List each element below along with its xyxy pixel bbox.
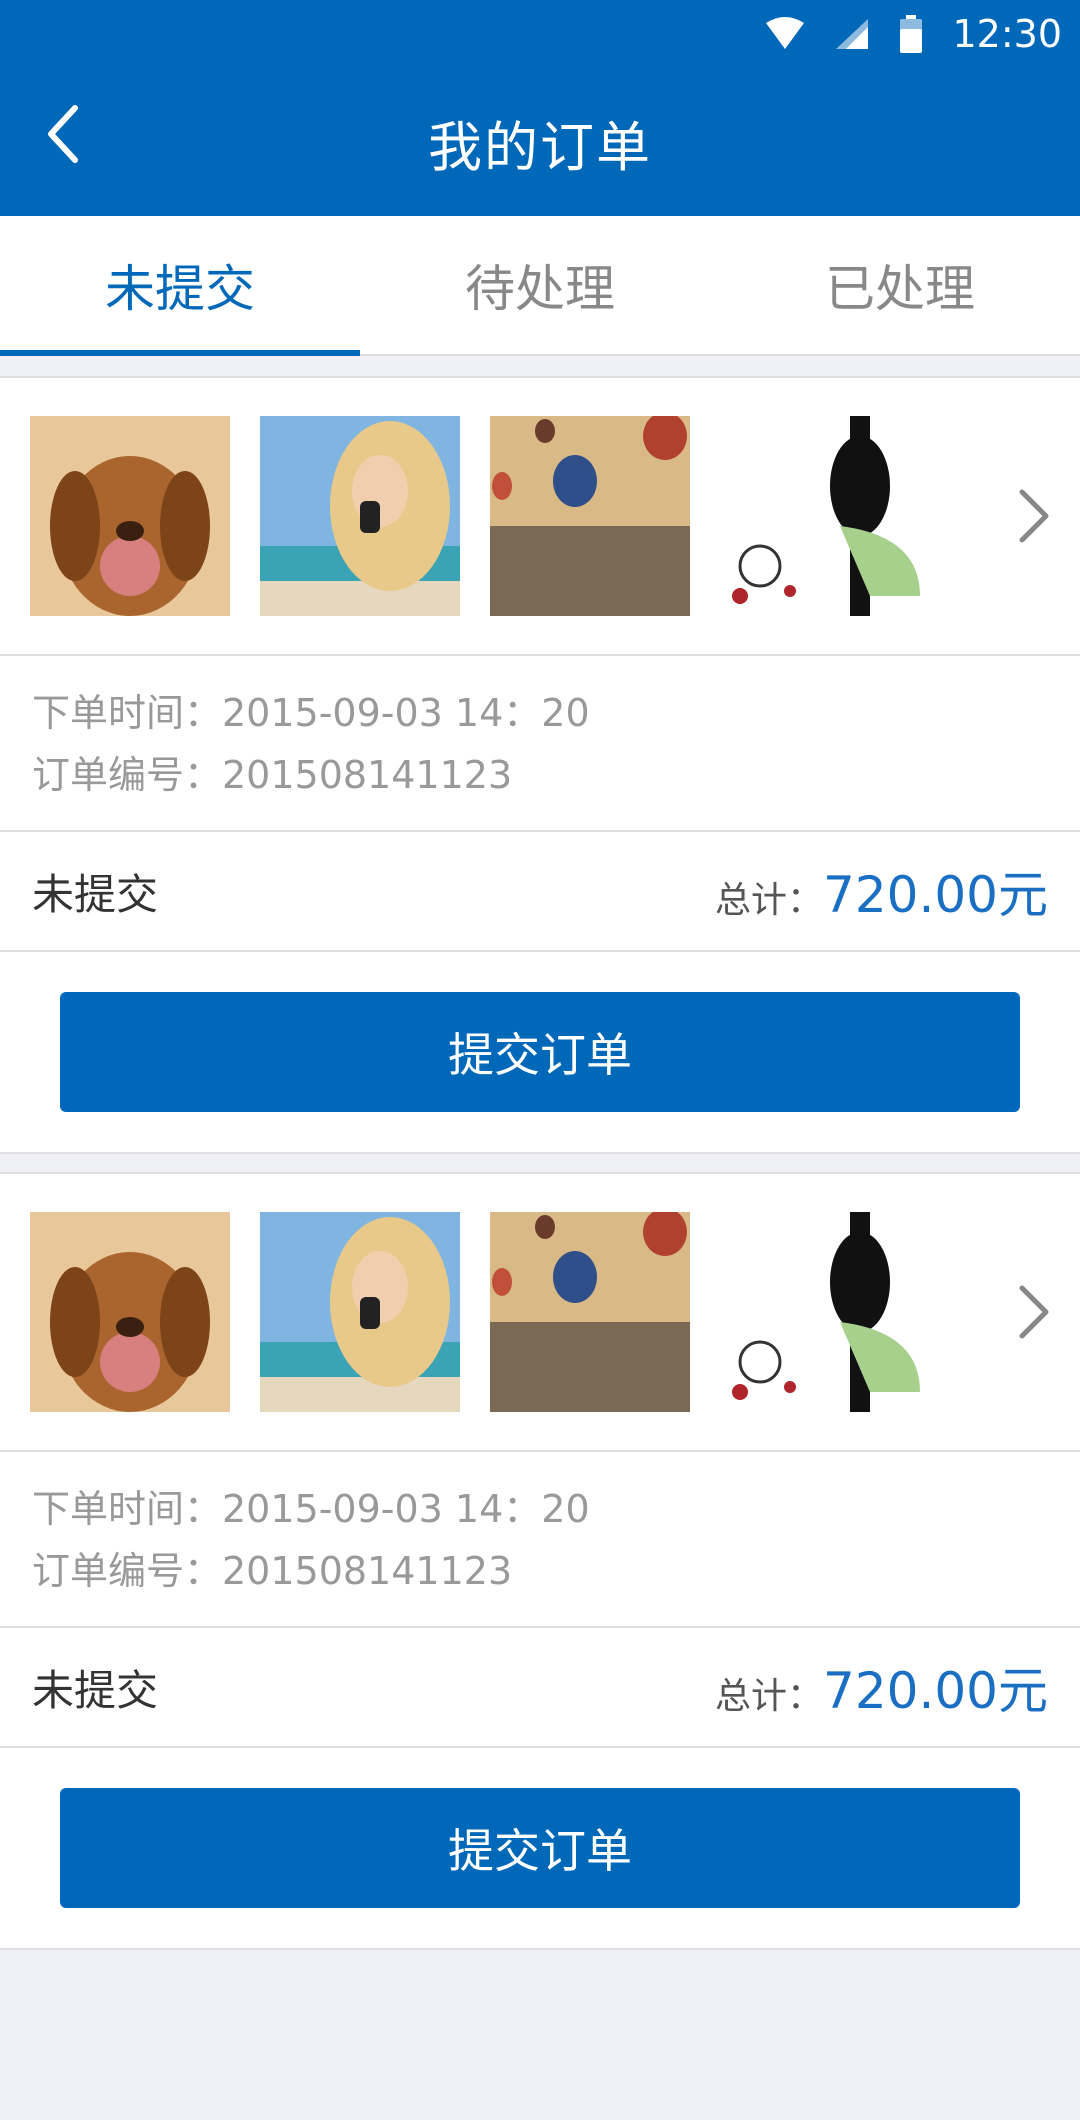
puppy-photo <box>30 416 230 616</box>
order-time: 下单时间：2015-09-03 14：20 <box>32 691 590 735</box>
order-card: 下单时间：2015-09-03 14：20 订单编号：201508141123 … <box>0 1172 1080 1950</box>
tab-pending[interactable]: 待处理 <box>360 216 720 354</box>
status-time: 12:30 <box>952 12 1062 56</box>
submit-area: 提交订单 <box>0 1748 1080 1948</box>
floral-silhouette-art <box>720 416 920 616</box>
total-amount: 720.00元 <box>823 1662 1048 1720</box>
submit-area: 提交订单 <box>0 952 1080 1152</box>
chevron-left-icon <box>48 105 78 163</box>
status-bar: 12:30 <box>0 0 1080 68</box>
order-number: 订单编号：201508141123 <box>32 753 513 797</box>
order-thumbnails[interactable] <box>0 378 1080 656</box>
order-meta: 下单时间：2015-09-03 14：20 订单编号：201508141123 <box>0 1452 1080 1628</box>
wifi-icon <box>764 17 806 51</box>
order-card: 下单时间：2015-09-03 14：20 订单编号：201508141123 … <box>0 376 1080 1154</box>
floral-silhouette-art <box>720 1212 920 1412</box>
order-thumbnails[interactable] <box>0 1174 1080 1452</box>
order-status: 未提交 <box>32 1665 159 1715</box>
back-button[interactable] <box>18 94 108 174</box>
total-amount: 720.00元 <box>823 866 1048 924</box>
order-status-row: 未提交 总计： 720.00元 <box>0 1628 1080 1748</box>
order-status: 未提交 <box>32 869 159 919</box>
order-time: 下单时间：2015-09-03 14：20 <box>32 1487 590 1531</box>
signal-icon <box>834 17 870 51</box>
submit-order-button[interactable]: 提交订单 <box>60 1788 1020 1908</box>
submit-order-button[interactable]: 提交订单 <box>60 992 1020 1112</box>
order-status-row: 未提交 总计： 720.00元 <box>0 832 1080 952</box>
app-bar: 我的订单 <box>0 68 1080 216</box>
order-total: 总计： 720.00元 <box>715 1651 1048 1723</box>
order-total: 总计： 720.00元 <box>715 855 1048 927</box>
page-title: 我的订单 <box>428 115 652 179</box>
puppy-photo <box>30 1212 230 1412</box>
total-label: 总计： <box>715 1676 824 1717</box>
chevron-right-icon <box>1019 489 1049 543</box>
order-meta: 下单时间：2015-09-03 14：20 订单编号：201508141123 <box>0 656 1080 832</box>
woman-on-phone-photo <box>260 1212 460 1412</box>
woman-on-phone-photo <box>260 416 460 616</box>
battery-icon <box>898 15 924 53</box>
order-tabs: 未提交 待处理 已处理 <box>0 216 1080 356</box>
hot-air-balloons-photo <box>490 1212 690 1412</box>
tab-processed[interactable]: 已处理 <box>720 216 1080 354</box>
tab-unsubmitted[interactable]: 未提交 <box>0 216 360 356</box>
total-label: 总计： <box>715 880 824 921</box>
chevron-right-icon <box>1019 1285 1049 1339</box>
hot-air-balloons-photo <box>490 416 690 616</box>
order-number: 订单编号：201508141123 <box>32 1549 513 1593</box>
